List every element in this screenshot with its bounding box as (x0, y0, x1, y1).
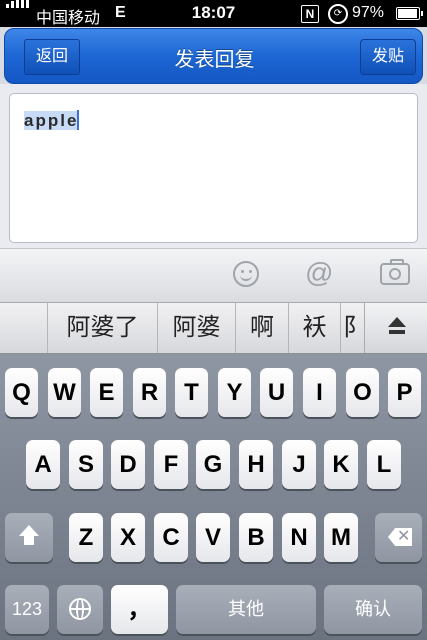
key-t[interactable]: T (175, 368, 208, 417)
globe-key[interactable] (57, 585, 103, 634)
emoji-icon[interactable] (233, 261, 259, 287)
mention-at-icon[interactable]: @ (305, 257, 333, 289)
key-x[interactable]: X (111, 513, 145, 562)
backspace-key[interactable]: ✕ (375, 513, 422, 562)
key-i[interactable]: I (303, 368, 336, 417)
orientation-lock-icon: ⟳ (328, 4, 348, 24)
key-z[interactable]: Z (69, 513, 103, 562)
compose-toolbar: @ (0, 248, 427, 301)
key-j[interactable]: J (282, 440, 316, 489)
key-g[interactable]: G (196, 440, 230, 489)
keyboard: Q W E R T Y U I O P A S D F G H J K L Z … (0, 354, 427, 640)
key-l[interactable]: L (367, 440, 401, 489)
comma-key[interactable]: ， (111, 585, 168, 634)
key-e[interactable]: E (90, 368, 123, 417)
key-d[interactable]: D (111, 440, 145, 489)
key-y[interactable]: Y (218, 368, 251, 417)
post-button[interactable]: 发贴 (360, 39, 416, 75)
navigation-bar: 返回 发表回复 发贴 (4, 28, 423, 84)
camera-icon[interactable] (380, 259, 410, 285)
key-m[interactable]: M (324, 513, 358, 562)
key-v[interactable]: V (196, 513, 230, 562)
key-a[interactable]: A (26, 440, 60, 489)
key-k[interactable]: K (324, 440, 358, 489)
reply-text-value: apple (24, 111, 79, 130)
candidate-bar: 阿婆了 阿婆 啊 袄 阝 (0, 302, 427, 354)
expand-candidates-button[interactable] (364, 303, 427, 353)
key-u[interactable]: U (260, 368, 293, 417)
candidate-item[interactable]: 啊 (236, 303, 289, 353)
shift-arrow-icon (5, 513, 53, 562)
key-q[interactable]: Q (5, 368, 38, 417)
key-s[interactable]: S (69, 440, 103, 489)
key-n[interactable]: N (282, 513, 316, 562)
apple-logo-icon[interactable] (0, 303, 48, 353)
numbers-key[interactable]: 123 (5, 585, 49, 634)
key-c[interactable]: C (154, 513, 188, 562)
key-p[interactable]: P (388, 368, 421, 417)
backspace-x-icon: ✕ (397, 528, 411, 545)
key-h[interactable]: H (239, 440, 273, 489)
key-o[interactable]: O (346, 368, 379, 417)
reply-text-area[interactable]: apple (9, 93, 418, 243)
key-r[interactable]: R (133, 368, 166, 417)
status-bar: 中国移动 E 18:07 N ⟳ 97% (0, 0, 427, 27)
globe-icon (69, 598, 91, 620)
shift-key[interactable] (5, 513, 53, 562)
reply-text: apple (24, 110, 80, 131)
space-key[interactable]: 其他 (176, 585, 316, 634)
key-f[interactable]: F (154, 440, 188, 489)
key-b[interactable]: B (239, 513, 273, 562)
battery-percent: 97% (352, 4, 385, 21)
candidate-item[interactable]: 阿婆 (158, 303, 236, 353)
key-w[interactable]: W (48, 368, 81, 417)
battery-icon (396, 7, 423, 20)
candidate-item[interactable]: 袄 (289, 303, 341, 353)
confirm-key[interactable]: 确认 (324, 585, 422, 634)
nfc-n-icon: N (301, 5, 319, 23)
candidate-item[interactable]: 阿婆了 (48, 303, 158, 353)
text-cursor (77, 110, 80, 130)
